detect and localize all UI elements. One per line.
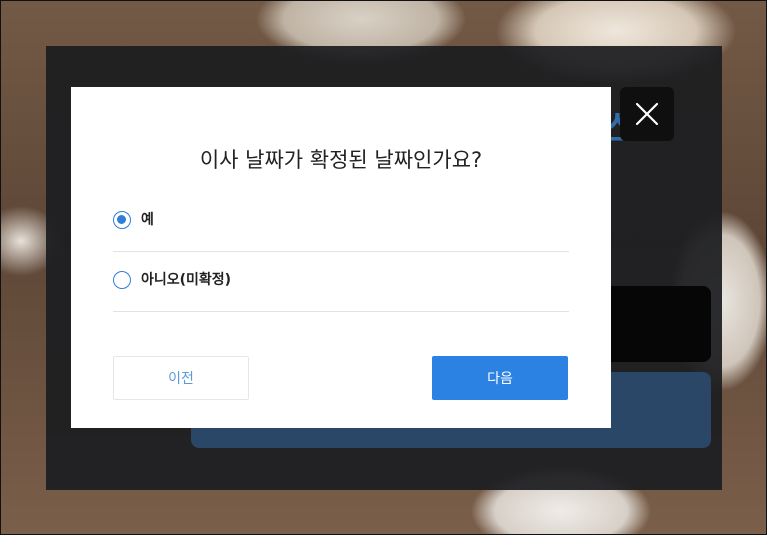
option-no-label: 아니오(미확정) [141,272,232,288]
close-icon [635,102,659,126]
option-yes[interactable]: 예 [113,191,569,252]
move-date-dialog: 이사 날짜가 확정된 날짜인가요? 예 아니오(미확정) 이전 다음 [71,87,611,428]
radio-selected-dot [117,215,126,224]
dialog-title: 이사 날짜가 확정된 날짜인가요? [199,148,483,172]
option-yes-label: 예 [141,212,154,228]
next-button[interactable]: 다음 [432,356,568,400]
page-frame: 스토 이사 날짜가 확정된 날짜인가요? 예 아니오(미확정) 이전 다음 [0,0,767,535]
radio-no[interactable] [113,271,131,289]
radio-yes[interactable] [113,211,131,229]
prev-button[interactable]: 이전 [113,356,249,400]
option-no[interactable]: 아니오(미확정) [113,251,569,312]
close-button[interactable] [620,87,674,141]
